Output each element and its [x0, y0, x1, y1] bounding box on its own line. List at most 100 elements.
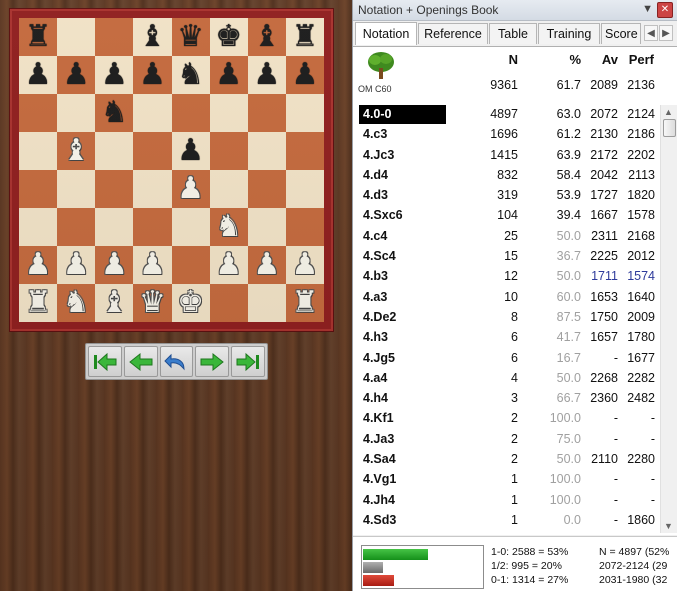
square-h5[interactable] [285, 132, 324, 170]
header-percent[interactable]: % [553, 52, 581, 67]
square-h2[interactable]: ♟ [285, 246, 324, 284]
square-b7[interactable]: ♟ [57, 56, 96, 94]
black-pawn-icon[interactable]: ♟ [291, 60, 318, 90]
square-g8[interactable]: ♝ [247, 18, 286, 56]
square-c3[interactable] [95, 208, 134, 246]
square-c7[interactable]: ♟ [95, 56, 134, 94]
last-move-button[interactable] [231, 346, 265, 377]
tab-table[interactable]: Table [489, 23, 537, 44]
square-e1[interactable]: ♚ [171, 284, 210, 322]
square-d7[interactable]: ♟ [133, 56, 172, 94]
white-queen-icon[interactable]: ♛ [139, 288, 166, 318]
black-pawn-icon[interactable]: ♟ [253, 60, 280, 90]
black-bishop-icon[interactable]: ♝ [139, 22, 166, 52]
move-row[interactable]: 4.Jg5 6 16.7 -1677 [353, 349, 659, 369]
square-g3[interactable] [247, 208, 286, 246]
move-row[interactable]: 4.0-0 4897 63.0 2072 2124 [353, 105, 659, 125]
first-move-button[interactable] [88, 346, 122, 377]
white-pawn-icon[interactable]: ♟ [253, 250, 280, 280]
square-f7[interactable]: ♟ [209, 56, 248, 94]
square-b3[interactable] [57, 208, 96, 246]
white-pawn-icon[interactable]: ♟ [177, 174, 204, 204]
tab-scroll-left-icon[interactable]: ◀ [644, 25, 658, 41]
header-av[interactable]: Av [591, 52, 618, 67]
square-f8[interactable]: ♚ [209, 18, 248, 56]
square-b5[interactable]: ♝ [57, 132, 96, 170]
previous-move-button[interactable] [123, 346, 158, 377]
square-e7[interactable]: ♞ [171, 56, 210, 94]
square-a8[interactable]: ♜ [19, 18, 58, 56]
square-d2[interactable]: ♟ [133, 246, 172, 284]
square-b4[interactable] [57, 170, 96, 208]
square-a1[interactable]: ♜ [19, 284, 58, 322]
black-rook-icon[interactable]: ♜ [291, 22, 318, 52]
square-d6[interactable] [133, 94, 172, 132]
square-f6[interactable] [209, 94, 248, 132]
move-row[interactable]: 4.Sa4 2 50.0 2110 2280 [353, 450, 659, 470]
white-knight-icon[interactable]: ♞ [63, 288, 90, 318]
black-queen-icon[interactable]: ♛ [177, 22, 204, 52]
scrollbar-thumb[interactable] [663, 119, 676, 137]
black-pawn-icon[interactable]: ♟ [139, 60, 166, 90]
dropdown-arrow-icon[interactable]: ▼ [642, 3, 653, 15]
move-row[interactable]: 4.d4 832 58.4 2042 2113 [353, 166, 659, 186]
tab-score[interactable]: Score [601, 23, 641, 44]
black-pawn-icon[interactable]: ♟ [215, 60, 242, 90]
square-g4[interactable] [247, 170, 286, 208]
square-e8[interactable]: ♛ [171, 18, 210, 56]
square-e2[interactable] [171, 246, 210, 284]
move-row[interactable]: 4.b3 12 50.0 1711 1574 [353, 267, 659, 287]
move-row[interactable]: 4.a4 4 50.0 2268 2282 [353, 369, 659, 389]
square-f2[interactable]: ♟ [209, 246, 248, 284]
square-a4[interactable] [19, 170, 58, 208]
black-pawn-icon[interactable]: ♟ [177, 136, 204, 166]
move-row[interactable]: 4.Jh4 1 100.0 - - [353, 491, 659, 511]
move-row[interactable]: 4.a3 10 60.0 1653 1640 [353, 288, 659, 308]
square-h6[interactable] [285, 94, 324, 132]
square-g6[interactable] [247, 94, 286, 132]
black-knight-icon[interactable]: ♞ [177, 60, 204, 90]
black-pawn-icon[interactable]: ♟ [25, 60, 52, 90]
square-c1[interactable]: ♝ [95, 284, 134, 322]
square-h8[interactable]: ♜ [285, 18, 324, 56]
square-c6[interactable]: ♞ [95, 94, 134, 132]
white-pawn-icon[interactable]: ♟ [215, 250, 242, 280]
move-row[interactable]: 4.c4 25 50.0 2311 2168 [353, 227, 659, 247]
white-pawn-icon[interactable]: ♟ [291, 250, 318, 280]
move-row[interactable]: 4.De2 8 87.5 1750 2009 [353, 308, 659, 328]
move-row[interactable]: 4.Kf1 2 100.0 - - [353, 409, 659, 429]
square-b1[interactable]: ♞ [57, 284, 96, 322]
square-a6[interactable] [19, 94, 58, 132]
white-bishop-icon[interactable]: ♝ [101, 288, 128, 318]
move-row[interactable]: 4.Sc4 15 36.7 2225 2012 [353, 247, 659, 267]
square-c8[interactable] [95, 18, 134, 56]
white-rook-icon[interactable]: ♜ [25, 288, 52, 318]
white-pawn-icon[interactable]: ♟ [63, 250, 90, 280]
move-row[interactable]: 4.Sd3 1 0.0 -1860 [353, 511, 659, 531]
square-f1[interactable] [209, 284, 248, 322]
white-rook-icon[interactable]: ♜ [291, 288, 318, 318]
square-c2[interactable]: ♟ [95, 246, 134, 284]
square-h3[interactable] [285, 208, 324, 246]
white-pawn-icon[interactable]: ♟ [25, 250, 52, 280]
header-perf[interactable]: Perf [618, 52, 654, 67]
square-f4[interactable] [209, 170, 248, 208]
square-f3[interactable]: ♞ [209, 208, 248, 246]
black-king-icon[interactable]: ♚ [215, 22, 242, 52]
square-f5[interactable] [209, 132, 248, 170]
scroll-up-icon[interactable]: ▲ [664, 107, 673, 117]
square-a5[interactable] [19, 132, 58, 170]
black-pawn-icon[interactable]: ♟ [63, 60, 90, 90]
square-a2[interactable]: ♟ [19, 246, 58, 284]
black-knight-icon[interactable]: ♞ [101, 98, 128, 128]
tab-notation[interactable]: Notation [355, 22, 417, 45]
square-d4[interactable] [133, 170, 172, 208]
move-row[interactable]: 4.Vg1 1 100.0 - - [353, 470, 659, 490]
square-g7[interactable]: ♟ [247, 56, 286, 94]
square-c4[interactable] [95, 170, 134, 208]
square-d1[interactable]: ♛ [133, 284, 172, 322]
move-row[interactable]: 4.c3 1696 61.2 2130 2186 [353, 125, 659, 145]
square-e3[interactable] [171, 208, 210, 246]
chessboard[interactable]: ♜ ♝ ♛ ♚ ♝ ♜ ♟ ♟ ♟ ♟ ♞ ♟ ♟ ♟ ♞ ♝ ♟ ♟ ♞ ♟ ♟ ♟ ♟ ♟ ♟ ♟ ♜ ♞ ♝ ♛ ♚ ♜ [19, 18, 324, 322]
close-icon[interactable]: ✕ [657, 2, 673, 18]
